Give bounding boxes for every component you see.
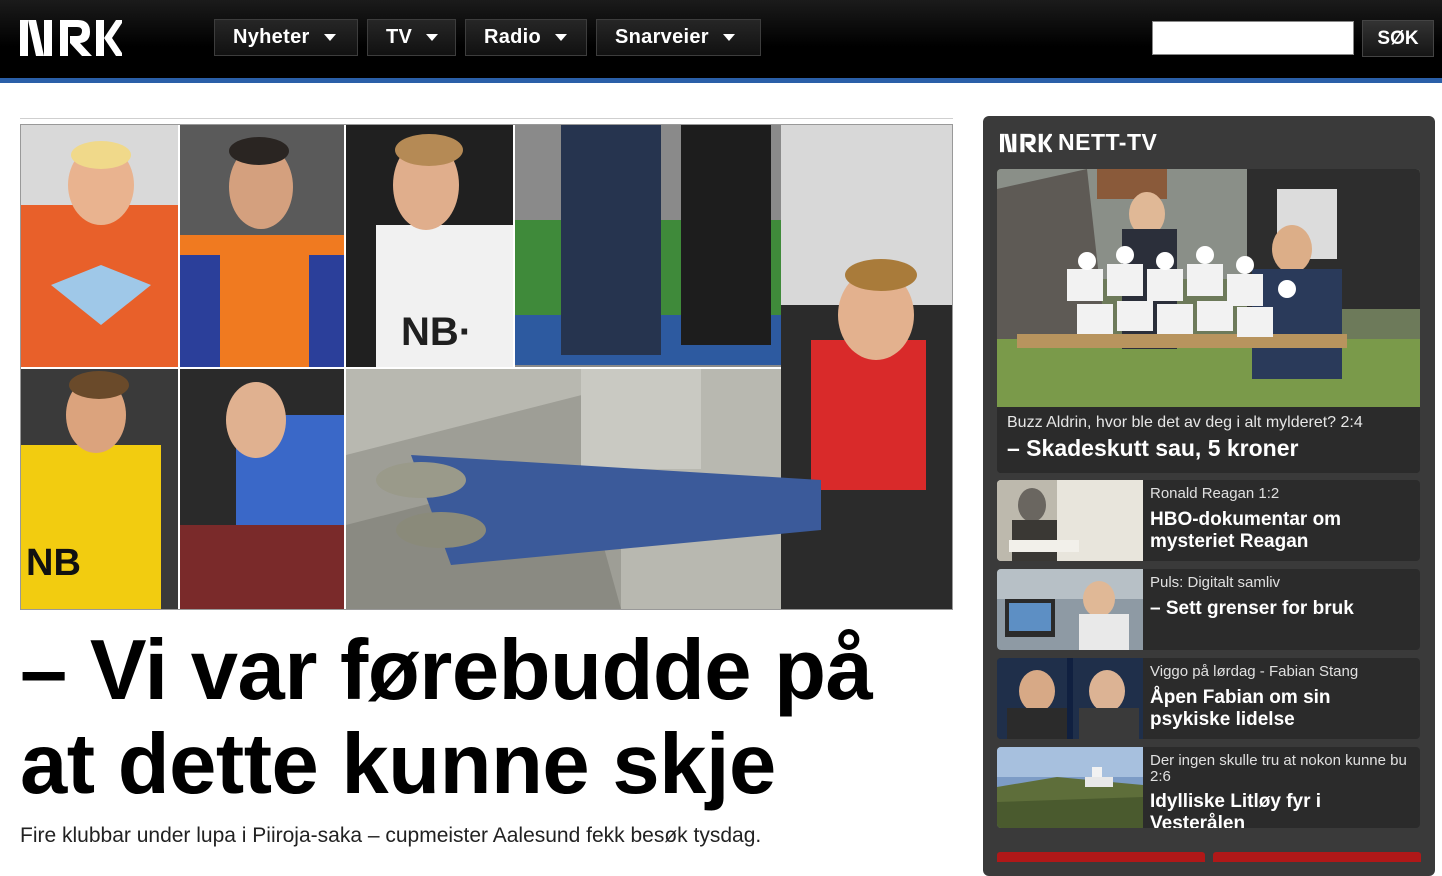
- nett-tv-title: NETT-TV: [1058, 129, 1158, 155]
- nett-tv-header[interactable]: NETT-TV: [1000, 129, 1157, 156]
- item-kicker: Der ingen skulle tru at nokon kunne bu 2…: [1150, 752, 1407, 785]
- nett-tv-item[interactable]: Puls: Digitalt samliv – Sett grenser for…: [997, 569, 1420, 650]
- nav-radio[interactable]: Radio: [465, 19, 587, 56]
- feature-thumbnail: [997, 169, 1420, 407]
- item-title[interactable]: HBO-dokumentar om mysteriet Reagan: [1150, 509, 1415, 553]
- nrk-logo-icon[interactable]: [20, 20, 122, 56]
- nrk-logo-icon: [1000, 133, 1052, 152]
- chevron-down-icon: [722, 34, 735, 41]
- item-thumbnail: [997, 569, 1143, 650]
- nav-snarveier[interactable]: Snarveier: [596, 19, 761, 56]
- nav-nyheter[interactable]: Nyheter: [214, 19, 358, 56]
- nav-tv-label: TV: [386, 26, 413, 48]
- section-divider: [20, 118, 953, 119]
- item-title[interactable]: Åpen Fabian om sin psykiske lidelse: [1150, 687, 1415, 731]
- lead-text: Fire klubbar under lupa i Piiroja-saka –…: [20, 824, 762, 847]
- header-accent-line: [0, 78, 1442, 83]
- svg-text:NB: NB: [26, 542, 81, 584]
- chevron-down-icon: [555, 34, 568, 41]
- item-title[interactable]: Idylliske Litløy fyr i Vesterålen: [1150, 791, 1415, 828]
- item-kicker: Viggo på lørdag - Fabian Stang: [1150, 663, 1359, 680]
- nav-nyheter-label: Nyheter: [233, 26, 310, 48]
- item-thumbnail: [997, 480, 1143, 561]
- item-kicker: Puls: Digitalt samliv: [1150, 574, 1281, 591]
- feature-title[interactable]: – Skadeskutt sau, 5 kroner: [1007, 435, 1298, 462]
- nett-tv-feature[interactable]: Buzz Aldrin, hvor ble det av deg i alt m…: [997, 169, 1420, 473]
- item-kicker: Ronald Reagan 1:2: [1150, 485, 1280, 502]
- item-title[interactable]: – Sett grenser for bruk: [1150, 598, 1415, 620]
- nett-tv-item[interactable]: Der ingen skulle tru at nokon kunne bu 2…: [997, 747, 1420, 828]
- item-thumbnail: [997, 658, 1143, 739]
- item-thumbnail: [997, 747, 1143, 828]
- chevron-down-icon: [426, 34, 439, 41]
- nav-snarveier-label: Snarveier: [615, 26, 709, 48]
- tab-indicator-right[interactable]: [1213, 852, 1421, 862]
- hero-image[interactable]: NB· NB: [20, 124, 953, 610]
- svg-text:NB·: NB·: [401, 310, 472, 354]
- tab-indicator-left[interactable]: [997, 852, 1205, 862]
- chevron-down-icon: [323, 34, 336, 41]
- search-button[interactable]: SØK: [1362, 20, 1434, 57]
- nav-radio-label: Radio: [484, 26, 542, 48]
- feature-kicker[interactable]: Buzz Aldrin, hvor ble det av deg i alt m…: [1007, 414, 1363, 432]
- feature-caption: Buzz Aldrin, hvor ble det av deg i alt m…: [997, 407, 1420, 473]
- nett-tv-item[interactable]: Ronald Reagan 1:2 HBO-dokumentar om myst…: [997, 480, 1420, 561]
- nett-tv-panel: NETT-TV Buzz Aldrin, hvor ble det av deg…: [983, 116, 1435, 876]
- main-headline[interactable]: – Vi var førebudde på at dette kunne skj…: [20, 624, 950, 812]
- nav-tv[interactable]: TV: [367, 19, 456, 56]
- nett-tv-item[interactable]: Viggo på lørdag - Fabian Stang Åpen Fabi…: [997, 658, 1420, 739]
- search-input[interactable]: [1152, 21, 1354, 55]
